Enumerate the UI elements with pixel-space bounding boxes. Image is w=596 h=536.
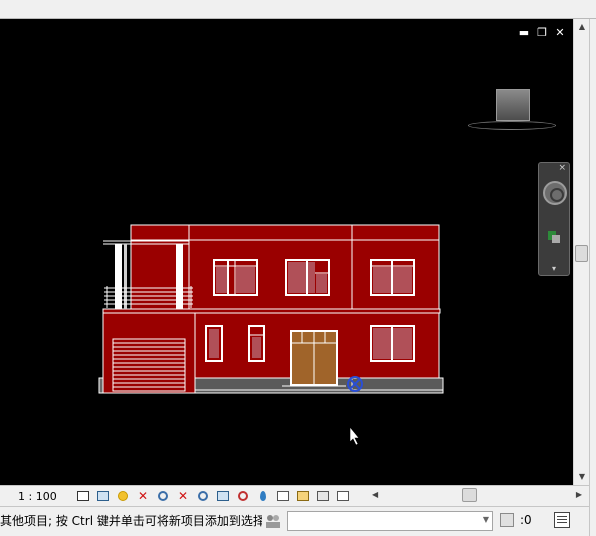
status-bar: 其他项目; 按 Ctrl 键并单击可将新项目添加到选择! ▼ :0 — [0, 506, 589, 536]
show-crop-icon[interactable]: ✕ — [174, 488, 192, 504]
mouse-cursor-icon — [349, 426, 360, 446]
window-right-edge — [589, 19, 596, 536]
pergola-column-right — [176, 244, 183, 309]
ground-window-3 — [370, 325, 415, 362]
view-control-icons: ✕ ✕ — [74, 488, 352, 504]
upper-window-2 — [285, 259, 330, 296]
reveal-constraints-icon[interactable] — [314, 488, 332, 504]
selection-count: :0 — [520, 513, 532, 527]
drawing-viewport[interactable]: ▬ ❐ ✕ × ▾ — [0, 19, 573, 485]
design-options-dropdown[interactable]: ▼ — [287, 511, 493, 531]
top-toolbar-strip — [0, 0, 596, 19]
upper-window-1 — [213, 259, 258, 296]
upper-window-3 — [370, 259, 415, 296]
properties-panel-icon[interactable] — [554, 512, 570, 528]
chevron-down-icon[interactable]: ▼ — [483, 515, 489, 524]
worksharing-display-icon[interactable] — [334, 488, 352, 504]
shadows-icon[interactable]: ✕ — [134, 488, 152, 504]
highlight-displacement-icon[interactable] — [294, 488, 312, 504]
temporary-view-properties-icon[interactable] — [254, 488, 272, 504]
status-message: 其他项目; 按 Ctrl 键并单击可将新项目添加到选择! — [0, 514, 262, 528]
horizontal-scroll-thumb[interactable] — [462, 488, 477, 502]
analysis-display-icon[interactable] — [274, 488, 292, 504]
crop-view-icon[interactable] — [154, 488, 172, 504]
horizontal-scrollbar[interactable]: ◀ ▶ — [372, 487, 582, 503]
floor-slab — [102, 308, 441, 314]
scroll-left-icon[interactable]: ◀ — [372, 487, 378, 503]
scroll-up-icon[interactable]: ▲ — [574, 19, 590, 35]
scroll-right-icon[interactable]: ▶ — [576, 487, 582, 503]
worksets-icon[interactable] — [264, 513, 282, 529]
scroll-down-icon[interactable]: ▼ — [574, 469, 590, 485]
front-door — [290, 330, 338, 386]
temporary-hide-icon[interactable] — [214, 488, 232, 504]
vertical-scroll-thumb[interactable] — [575, 245, 588, 262]
narrow-window-1 — [205, 325, 223, 362]
view-scale[interactable]: 1 : 100 — [0, 490, 70, 503]
visual-style-icon[interactable] — [94, 488, 112, 504]
pergola-column-left-2 — [124, 244, 127, 309]
unlock-3d-icon[interactable] — [194, 488, 212, 504]
sun-path-icon[interactable] — [114, 488, 132, 504]
narrow-window-2 — [248, 325, 265, 362]
building-elevation-drawing[interactable] — [0, 19, 573, 485]
filter-icon[interactable] — [500, 513, 514, 527]
reveal-hidden-icon[interactable] — [234, 488, 252, 504]
detail-level-icon[interactable] — [74, 488, 92, 504]
vertical-scrollbar[interactable]: ▲ ▼ — [573, 19, 589, 485]
pergola-column-left — [115, 244, 122, 309]
